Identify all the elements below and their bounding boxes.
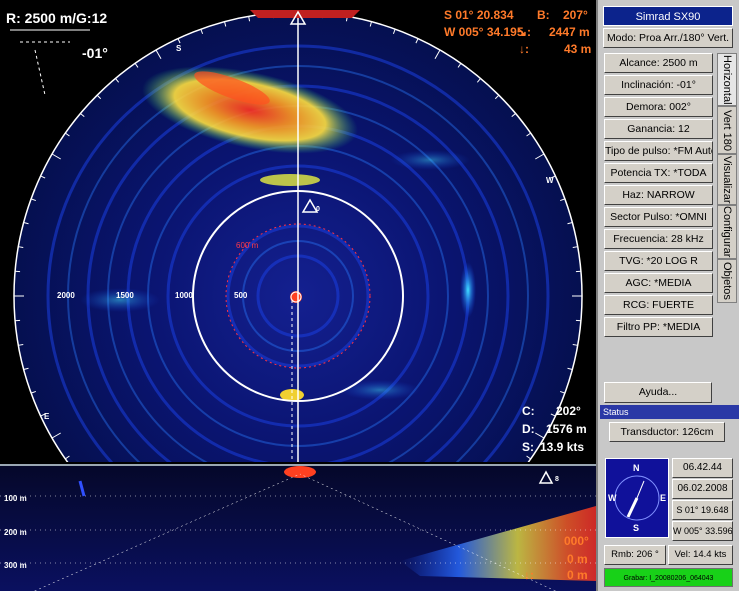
- range-label-1000: 1000: [175, 291, 193, 300]
- compass-w-label: W: [608, 493, 617, 503]
- compass-s-label: S: [633, 523, 640, 533]
- status-header: Status: [600, 405, 739, 419]
- distance-d-label: D:: [522, 422, 535, 436]
- param-pulse-sector-button[interactable]: Sector Pulso: *OMNI: [604, 207, 713, 227]
- help-button[interactable]: Ayuda...: [604, 382, 712, 403]
- speed-value: 13.9 kts: [540, 440, 585, 454]
- heading-rmb-field: Rmb: 206 °: [604, 545, 666, 565]
- time-field: 06.42.44: [672, 458, 733, 478]
- range-label-500: 500: [234, 291, 248, 300]
- course-value: 202°: [556, 404, 581, 418]
- vertical-depth-icon: ↓:: [524, 568, 534, 582]
- range-gain-readout: R: 2500 m/G:12: [6, 10, 108, 26]
- mode-button[interactable]: Modo: Proa Arr./180° Vert.: [603, 28, 733, 48]
- recording-indicator[interactable]: Grabar: I_20080206_064043: [604, 568, 733, 587]
- depth-value: 43 m: [564, 42, 592, 56]
- date-field: 06.02.2008: [672, 479, 733, 499]
- compass-letter-s: S: [176, 44, 182, 53]
- bearing-value: 207°: [563, 8, 588, 22]
- range-label-2000: 2000: [57, 291, 75, 300]
- speed-label: S:: [522, 440, 534, 454]
- vertical-echo-graphics: [0, 466, 596, 591]
- param-rcg-button[interactable]: RCG: FUERTE: [604, 295, 713, 315]
- distance-icon: ↘:: [517, 25, 532, 39]
- depth-label-200: 200 m: [4, 528, 27, 537]
- param-bearing-button[interactable]: Demora: 002°: [604, 97, 713, 117]
- sonar-horizontal-view[interactable]: R: 2500 m/G:12 -01° S 01° 20.834 B: 207°…: [0, 0, 596, 462]
- depth-icon: ↓:: [519, 42, 529, 56]
- vertical-depth: 0 m: [567, 568, 588, 582]
- tab-vert-180[interactable]: Vert 180: [717, 106, 737, 154]
- marker-8-label: 8: [555, 476, 559, 483]
- tab-horizontal[interactable]: Horizontal: [717, 53, 737, 106]
- position-lon: W 005° 34.195: [444, 25, 524, 39]
- depth-label-300: 300 m: [4, 561, 27, 570]
- tilt-readout: -01°: [82, 45, 108, 61]
- depth-label-100: 100 m: [4, 494, 27, 503]
- range-circle-label: 600 m: [236, 241, 259, 250]
- velocity-field: Vel: 14.4 kts: [668, 545, 733, 565]
- param-tvg-button[interactable]: TVG: *20 LOG R: [604, 251, 713, 271]
- tab-visualizar[interactable]: Visualizar: [717, 154, 737, 205]
- window-title: Simrad SX90: [603, 6, 733, 26]
- param-tilt-button[interactable]: Inclinación: -01°: [604, 75, 713, 95]
- distance-d-value: 1576 m: [546, 422, 587, 436]
- lon-field: W 005° 33.596: [672, 521, 733, 541]
- tab-objetos[interactable]: Objetos: [717, 259, 737, 303]
- bearing-label: B:: [537, 8, 550, 22]
- param-tx-power-button[interactable]: Potencia TX: *TODA: [604, 163, 713, 183]
- compass-n-label: N: [633, 463, 640, 473]
- compass-letter-e: E: [44, 412, 50, 421]
- position-lat: S 01° 20.834: [444, 8, 514, 22]
- sonar-echo-graphics: [10, 10, 583, 462]
- transducer-field[interactable]: Transductor: 126cm: [609, 422, 725, 442]
- vertical-angle: 000°: [564, 534, 589, 548]
- lat-field: S 01° 19.648: [672, 500, 733, 520]
- tab-configurar[interactable]: Configurar: [717, 205, 737, 259]
- vertical-distance: 0 m: [567, 552, 588, 566]
- param-gain-button[interactable]: Ganancia: 12: [604, 119, 713, 139]
- distance-value: 2447 m: [549, 25, 590, 39]
- control-panel: Simrad SX90 Modo: Proa Arr./180° Vert. A…: [596, 0, 739, 591]
- compass-letter-w: W: [546, 176, 554, 185]
- sonar-vertical-view[interactable]: 100 m 200 m 300 m 8 000° 0 m ↓: 0 m: [0, 464, 596, 591]
- param-range-button[interactable]: Alcance: 2500 m: [604, 53, 713, 73]
- param-agc-button[interactable]: AGC: *MEDIA: [604, 273, 713, 293]
- compass-e-label: E: [660, 493, 667, 503]
- course-label: C:: [522, 404, 535, 418]
- param-pulse-type-button[interactable]: Tipo de pulso: *FM Auto: [604, 141, 713, 161]
- compass-widget: N S E W: [605, 458, 669, 538]
- param-pp-filter-button[interactable]: Filtro PP: *MEDIA: [604, 317, 713, 337]
- range-label-1500: 1500: [116, 291, 134, 300]
- marker-0-label: 0: [316, 206, 320, 213]
- param-frequency-button[interactable]: Frecuencia: 28 kHz: [604, 229, 713, 249]
- param-beam-button[interactable]: Haz: NARROW: [604, 185, 713, 205]
